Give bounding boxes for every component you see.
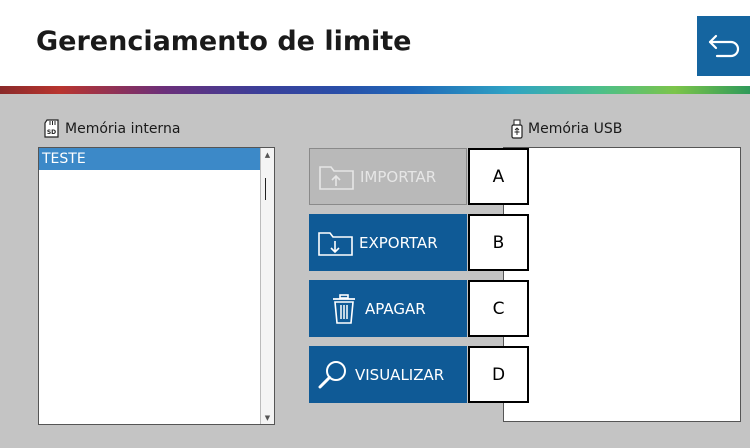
callout-b: B <box>468 214 529 271</box>
header-bar: Gerenciamento de limite <box>0 0 750 86</box>
internal-file-list[interactable]: TESTE ▲ ▼ <box>38 147 275 425</box>
callout-d: D <box>468 346 529 403</box>
callout-a: A <box>468 148 529 205</box>
import-button[interactable]: IMPORTAR <box>309 148 467 205</box>
header-divider-stripe <box>0 86 750 94</box>
trash-icon <box>333 293 355 324</box>
scroll-down-icon[interactable]: ▼ <box>262 412 273 423</box>
usb-file-list[interactable] <box>503 147 741 422</box>
delete-label: APAGAR <box>365 299 426 318</box>
scroll-thumb[interactable] <box>265 178 266 200</box>
internal-memory-label: Memória interna <box>65 120 181 137</box>
sd-card-icon: SD <box>44 119 59 138</box>
view-label: VISUALIZAR <box>355 365 445 384</box>
callout-c: C <box>468 280 529 337</box>
back-button[interactable] <box>697 16 750 76</box>
export-button[interactable]: EXPORTAR <box>309 214 467 271</box>
page-title: Gerenciamento de limite <box>36 26 412 57</box>
magnifier-icon <box>318 360 346 388</box>
scroll-up-icon[interactable]: ▲ <box>262 149 273 160</box>
export-label: EXPORTAR <box>359 233 438 252</box>
folder-import-icon <box>319 165 354 190</box>
list-item[interactable]: TESTE <box>39 148 260 170</box>
return-arrow-icon <box>708 34 739 58</box>
usb-memory-label: Memória USB <box>528 121 623 137</box>
delete-button[interactable]: APAGAR <box>309 280 467 337</box>
scrollbar[interactable]: ▲ ▼ <box>260 148 274 424</box>
internal-memory-heading: SD Memória interna <box>44 119 180 138</box>
svg-text:SD: SD <box>47 129 56 136</box>
import-label: IMPORTAR <box>360 167 437 186</box>
usb-memory-heading: Memória USB <box>510 119 622 139</box>
folder-export-icon <box>318 231 353 256</box>
view-button[interactable]: VISUALIZAR <box>309 346 467 403</box>
usb-drive-icon <box>511 119 523 139</box>
